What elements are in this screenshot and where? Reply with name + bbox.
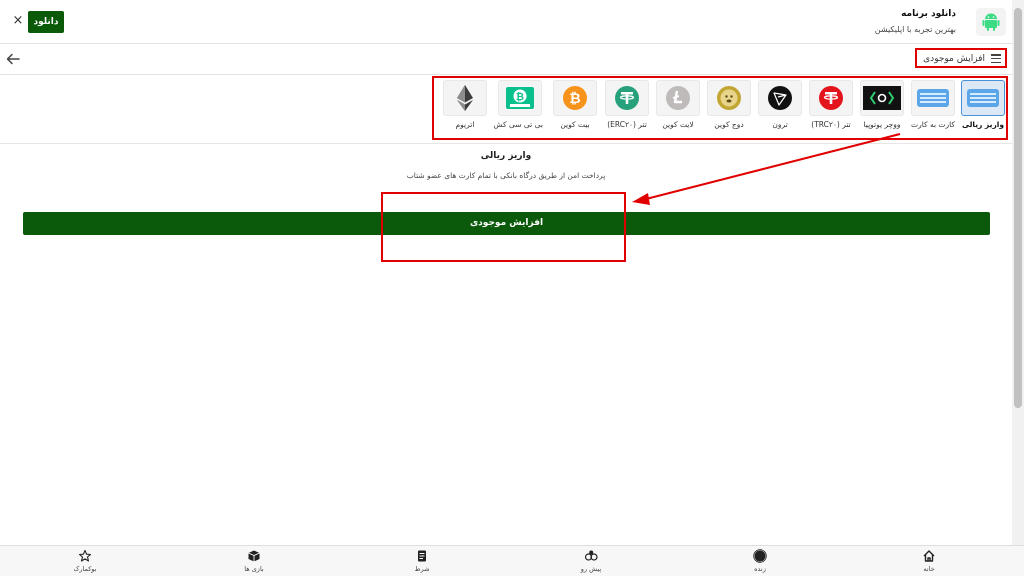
method-label: دوج کوین (714, 120, 744, 129)
method-label: تتر (TRC۲۰) (811, 120, 851, 129)
tether-icon (809, 80, 853, 116)
app-info: دانلود برنامه بهترین تجربه با اپلیکیشن (875, 7, 956, 37)
nav-games[interactable]: بازی ها (224, 549, 284, 573)
app-download-banner: × دانلود دانلود برنامه بهترین تجربه با ا… (0, 0, 1012, 44)
nav-live[interactable]: زنده (730, 549, 790, 573)
nav-label: پیش رو (580, 565, 602, 573)
app-subtitle: بهترین تجربه با اپلیکیشن (874, 25, 956, 34)
games-icon (248, 550, 260, 562)
app-root: × دانلود دانلود برنامه بهترین تجربه با ا… (0, 0, 1024, 576)
method-label: واریز ریالی (962, 120, 1004, 129)
nav-label: بوکمارک (73, 565, 97, 573)
header-highlight-box: افزایش موجودی (915, 48, 1007, 68)
bookmark-star-icon (78, 549, 92, 562)
nav-label: خانه (923, 565, 935, 573)
method-litecoin[interactable]: لایت کوین (655, 80, 701, 129)
back-arrow-icon[interactable] (5, 51, 21, 67)
hamburger-menu-icon[interactable] (991, 54, 1001, 64)
nav-bookmark[interactable]: بوکمارک (55, 549, 115, 573)
scrollbar-thumb[interactable] (1014, 8, 1022, 408)
nav-label: بازی ها (244, 565, 264, 573)
vertical-scrollbar[interactable] (1012, 0, 1024, 545)
nav-home[interactable]: خانه (899, 549, 959, 573)
method-label: بی تی سی کش (493, 120, 544, 129)
method-label: لایت کوین (662, 120, 694, 129)
method-label: تتر (ERC۲۰) (607, 120, 647, 129)
dogecoin-icon (707, 80, 751, 116)
download-button[interactable]: دانلود (28, 11, 64, 33)
close-icon[interactable]: × (10, 13, 26, 29)
method-label: ووچر یوتوپیا (863, 120, 901, 129)
android-icon (976, 8, 1006, 36)
upcoming-icon (584, 550, 598, 561)
method-tether-erc20[interactable]: تتر (ERC۲۰) (604, 80, 650, 129)
method-tron[interactable]: ترون (757, 80, 803, 129)
page-header: افزایش موجودی (0, 45, 1012, 75)
method-label: ترون (772, 120, 788, 129)
tron-icon (758, 80, 802, 116)
tether-icon (605, 80, 649, 116)
nav-label: شرط (414, 565, 430, 573)
method-label: بیت کوین (560, 120, 590, 129)
svg-text:₿: ₿ (569, 91, 580, 107)
button-highlight-box (381, 192, 626, 262)
bottom-nav: خانه زنده پیش رو شرط بازی ها بوکمارک (0, 545, 1024, 576)
method-dogecoin[interactable]: دوج کوین (706, 80, 752, 129)
bank-card-icon (961, 80, 1005, 116)
method-rial-deposit[interactable]: واریز ریالی (960, 80, 1006, 129)
utopia-icon (860, 80, 904, 116)
page-title: افزایش موجودی (923, 54, 985, 64)
nav-label: زنده (754, 565, 766, 573)
method-label: اتریوم (455, 120, 475, 129)
method-utopia-voucher[interactable]: ووچر یوتوپیا (859, 80, 905, 129)
bet-slip-icon (418, 550, 426, 562)
home-icon (923, 550, 935, 562)
bitcoin-icon: ₿ (553, 80, 597, 116)
method-tether-trc20[interactable]: تتر (TRC۲۰) (808, 80, 854, 129)
method-bitcoin-cash[interactable]: ₿ بی تی سی کش (493, 80, 544, 129)
bitcoin-cash-icon: ₿ (498, 80, 542, 116)
method-ethereum[interactable]: اتریوم (442, 80, 488, 129)
method-card-to-card[interactable]: کارت به کارت (910, 80, 956, 129)
app-title: دانلود برنامه (901, 9, 956, 19)
live-icon (753, 549, 767, 563)
ethereum-icon (443, 80, 487, 116)
method-bitcoin[interactable]: ₿ بیت کوین (552, 80, 598, 129)
litecoin-icon (656, 80, 700, 116)
card-icon (911, 80, 955, 116)
section-description: پرداخت امن از طریق درگاه بانکی با تمام ک… (406, 171, 606, 180)
section-title: واریز ریالی (480, 151, 532, 161)
method-label: کارت به کارت (911, 120, 955, 129)
svg-text:₿: ₿ (516, 91, 524, 103)
nav-upcoming[interactable]: پیش رو (561, 549, 621, 573)
divider (0, 143, 1012, 144)
nav-bet[interactable]: شرط (392, 549, 452, 573)
